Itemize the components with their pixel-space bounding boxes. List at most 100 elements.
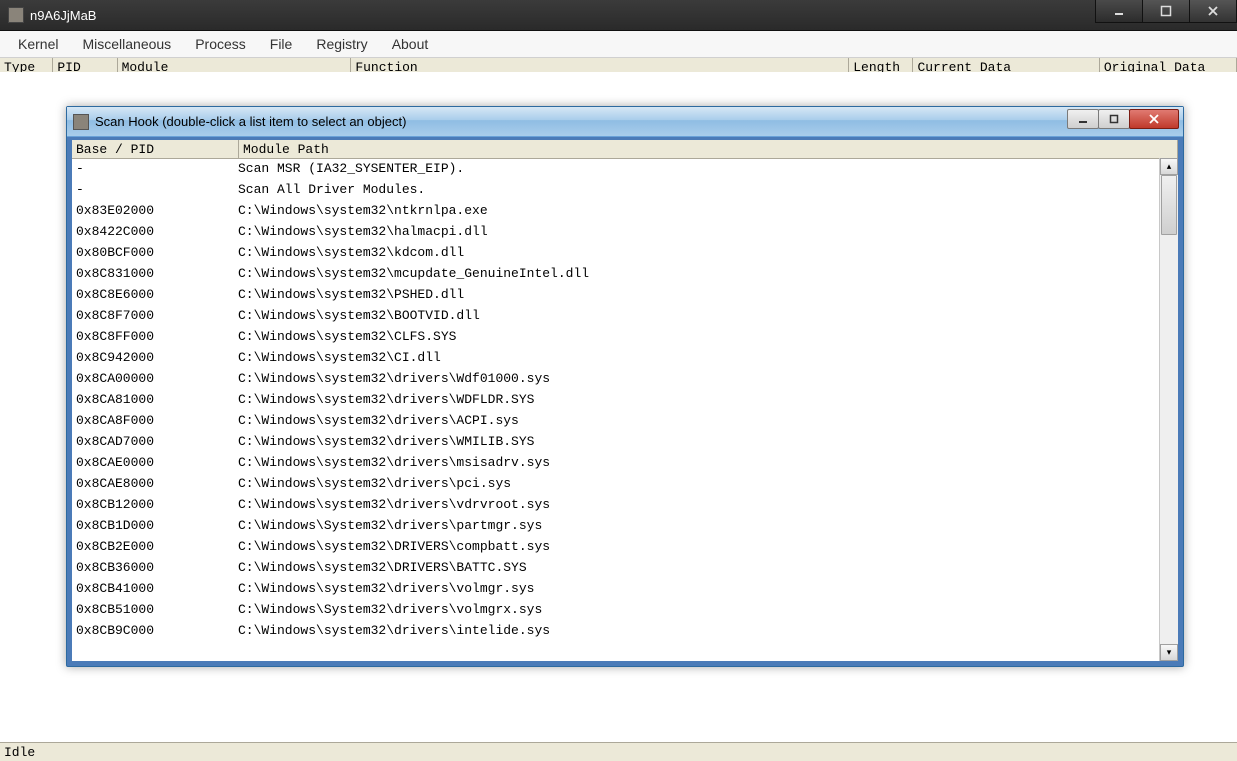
cell-base: 0x8CA8F000 <box>72 410 234 431</box>
menu-process[interactable]: Process <box>183 34 258 54</box>
list-item[interactable]: 0x8CAE0000C:\Windows\system32\drivers\ms… <box>72 452 1160 473</box>
scroll-thumb[interactable] <box>1161 175 1177 235</box>
list-item[interactable]: 0x8422C000C:\Windows\system32\halmacpi.d… <box>72 221 1160 242</box>
dialog-body: Base / PIDModule Path -Scan MSR (IA32_SY… <box>72 140 1178 661</box>
list-item[interactable]: 0x8CA8F000C:\Windows\system32\drivers\AC… <box>72 410 1160 431</box>
list-item[interactable]: 0x8CB41000C:\Windows\system32\drivers\vo… <box>72 578 1160 599</box>
scrollbar[interactable]: ▴ ▾ <box>1159 158 1178 661</box>
list-item[interactable]: 0x8CB36000C:\Windows\system32\DRIVERS\BA… <box>72 557 1160 578</box>
app-icon <box>8 7 24 23</box>
cell-base: 0x8CAD7000 <box>72 431 234 452</box>
main-window: n9A6JjMaB Kernel Miscellaneous Process F… <box>0 0 1237 761</box>
menubar: Kernel Miscellaneous Process File Regist… <box>0 31 1237 58</box>
cell-base: 0x8CB41000 <box>72 578 234 599</box>
scroll-up-button[interactable]: ▴ <box>1160 158 1178 175</box>
cell-path: C:\Windows\system32\drivers\pci.sys <box>234 473 1160 494</box>
scroll-down-button[interactable]: ▾ <box>1160 644 1178 661</box>
cell-base: 0x8CA00000 <box>72 368 234 389</box>
cell-path: C:\Windows\system32\drivers\vdrvroot.sys <box>234 494 1160 515</box>
cell-base: 0x8CB2E000 <box>72 536 234 557</box>
cell-path: C:\Windows\system32\kdcom.dll <box>234 242 1160 263</box>
minimize-button[interactable] <box>1095 0 1143 23</box>
status-text: Idle <box>4 745 35 760</box>
list-item[interactable]: 0x8C942000C:\Windows\system32\CI.dll <box>72 347 1160 368</box>
list-item[interactable]: 0x8CA81000C:\Windows\system32\drivers\WD… <box>72 389 1160 410</box>
column-header[interactable]: Module Path <box>239 140 1178 158</box>
cell-base: 0x8CB51000 <box>72 599 234 620</box>
list-item[interactable]: 0x8CAE8000C:\Windows\system32\drivers\pc… <box>72 473 1160 494</box>
window-title: n9A6JjMaB <box>30 8 96 23</box>
cell-base: 0x8422C000 <box>72 221 234 242</box>
cell-path: C:\Windows\system32\drivers\WMILIB.SYS <box>234 431 1160 452</box>
close-button[interactable] <box>1189 0 1237 23</box>
list-item[interactable]: 0x8C831000C:\Windows\system32\mcupdate_G… <box>72 263 1160 284</box>
list-item[interactable]: 0x8CB12000C:\Windows\system32\drivers\vd… <box>72 494 1160 515</box>
cell-path: C:\Windows\system32\ntkrnlpa.exe <box>234 200 1160 221</box>
menu-file[interactable]: File <box>258 34 305 54</box>
list-item[interactable]: 0x8CB51000C:\Windows\System32\drivers\vo… <box>72 599 1160 620</box>
scan-list[interactable]: -Scan MSR (IA32_SYSENTER_EIP).-Scan All … <box>72 158 1160 661</box>
cell-path: C:\Windows\system32\drivers\intelide.sys <box>234 620 1160 641</box>
cell-base: 0x83E02000 <box>72 200 234 221</box>
cell-base: 0x80BCF000 <box>72 242 234 263</box>
scan-list-header: Base / PIDModule Path <box>72 140 1178 159</box>
statusbar: Idle <box>0 742 1237 761</box>
cell-path: C:\Windows\system32\PSHED.dll <box>234 284 1160 305</box>
cell-path: C:\Windows\system32\drivers\Wdf01000.sys <box>234 368 1160 389</box>
cell-path: C:\Windows\system32\drivers\WDFLDR.SYS <box>234 389 1160 410</box>
list-item[interactable]: 0x83E02000C:\Windows\system32\ntkrnlpa.e… <box>72 200 1160 221</box>
menu-miscellaneous[interactable]: Miscellaneous <box>70 34 183 54</box>
list-item[interactable]: 0x8C8E6000C:\Windows\system32\PSHED.dll <box>72 284 1160 305</box>
cell-path: C:\Windows\system32\drivers\ACPI.sys <box>234 410 1160 431</box>
cell-path: C:\Windows\System32\drivers\partmgr.sys <box>234 515 1160 536</box>
cell-base: 0x8C8FF000 <box>72 326 234 347</box>
list-item[interactable]: 0x8C8FF000C:\Windows\system32\CLFS.SYS <box>72 326 1160 347</box>
cell-base: - <box>72 179 234 200</box>
menu-about[interactable]: About <box>380 34 441 54</box>
dialog-close-button[interactable] <box>1129 109 1179 129</box>
cell-base: 0x8CAE8000 <box>72 473 234 494</box>
cell-path: C:\Windows\system32\CLFS.SYS <box>234 326 1160 347</box>
dialog-minimize-button[interactable] <box>1067 109 1099 129</box>
cell-path: C:\Windows\system32\drivers\msisadrv.sys <box>234 452 1160 473</box>
cell-path: C:\Windows\System32\drivers\volmgrx.sys <box>234 599 1160 620</box>
cell-base: 0x8CB9C000 <box>72 620 234 641</box>
cell-path: C:\Windows\system32\drivers\volmgr.sys <box>234 578 1160 599</box>
list-item[interactable]: 0x8CAD7000C:\Windows\system32\drivers\WM… <box>72 431 1160 452</box>
list-item[interactable]: 0x8CB2E000C:\Windows\system32\DRIVERS\co… <box>72 536 1160 557</box>
list-item[interactable]: 0x80BCF000C:\Windows\system32\kdcom.dll <box>72 242 1160 263</box>
menu-registry[interactable]: Registry <box>304 34 379 54</box>
cell-base: 0x8C942000 <box>72 347 234 368</box>
column-header[interactable]: Base / PID <box>72 140 239 158</box>
cell-path: C:\Windows\system32\DRIVERS\compbatt.sys <box>234 536 1160 557</box>
list-item[interactable]: 0x8C8F7000C:\Windows\system32\BOOTVID.dl… <box>72 305 1160 326</box>
cell-path: C:\Windows\system32\BOOTVID.dll <box>234 305 1160 326</box>
cell-base: 0x8C8F7000 <box>72 305 234 326</box>
cell-path: C:\Windows\system32\CI.dll <box>234 347 1160 368</box>
dialog-icon <box>73 114 89 130</box>
cell-base: 0x8CA81000 <box>72 389 234 410</box>
cell-base: 0x8C831000 <box>72 263 234 284</box>
cell-base: 0x8CB36000 <box>72 557 234 578</box>
list-item[interactable]: 0x8CB9C000C:\Windows\system32\drivers\in… <box>72 620 1160 641</box>
dialog-maximize-button[interactable] <box>1098 109 1130 129</box>
list-item[interactable]: -Scan MSR (IA32_SYSENTER_EIP). <box>72 158 1160 179</box>
cell-path: C:\Windows\system32\mcupdate_GenuineInte… <box>234 263 1160 284</box>
cell-path: C:\Windows\system32\DRIVERS\BATTC.SYS <box>234 557 1160 578</box>
cell-path: Scan All Driver Modules. <box>234 179 1160 200</box>
maximize-button[interactable] <box>1142 0 1190 23</box>
cell-path: Scan MSR (IA32_SYSENTER_EIP). <box>234 158 1160 179</box>
cell-base: 0x8C8E6000 <box>72 284 234 305</box>
dialog-titlebar[interactable]: Scan Hook (double-click a list item to s… <box>67 107 1183 137</box>
list-item[interactable]: 0x8CB1D000C:\Windows\System32\drivers\pa… <box>72 515 1160 536</box>
dialog-title: Scan Hook (double-click a list item to s… <box>95 114 406 129</box>
cell-base: 0x8CB1D000 <box>72 515 234 536</box>
cell-base: - <box>72 158 234 179</box>
cell-base: 0x8CB12000 <box>72 494 234 515</box>
list-item[interactable]: -Scan All Driver Modules. <box>72 179 1160 200</box>
main-titlebar[interactable]: n9A6JjMaB <box>0 0 1237 31</box>
scan-hook-dialog: Scan Hook (double-click a list item to s… <box>66 106 1184 667</box>
cell-base: 0x8CAE0000 <box>72 452 234 473</box>
list-item[interactable]: 0x8CA00000C:\Windows\system32\drivers\Wd… <box>72 368 1160 389</box>
menu-kernel[interactable]: Kernel <box>6 34 70 54</box>
